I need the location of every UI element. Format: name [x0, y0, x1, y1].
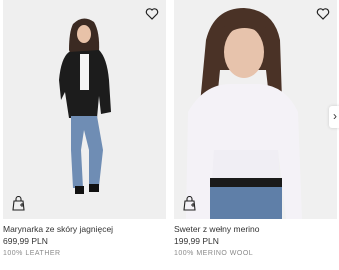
- product-photo[interactable]: [3, 0, 166, 219]
- product-material: 100% LEATHER: [3, 250, 61, 257]
- product-card-leather-jacket[interactable]: Marynarka ze skóry jagnięcej 699,99 PLN …: [3, 0, 166, 257]
- product-photo-jacket-model: [3, 0, 166, 219]
- product-photo[interactable]: [174, 0, 337, 219]
- product-name[interactable]: Sweter z wełny merino: [174, 224, 337, 235]
- shopping-bag-icon[interactable]: [183, 196, 196, 211]
- product-price: 199,99 PLN: [174, 236, 219, 246]
- heart-icon[interactable]: [145, 7, 159, 21]
- next-arrow-glyph: ›: [333, 109, 337, 123]
- heart-icon[interactable]: [316, 7, 330, 21]
- shopping-bag-icon[interactable]: [12, 196, 25, 211]
- product-photo-sweater-model: [174, 0, 337, 219]
- product-name[interactable]: Marynarka ze skóry jagnięcej: [3, 224, 166, 235]
- product-card-merino-sweater[interactable]: Sweter z wełny merino 199,99 PLN 100% ME…: [174, 0, 337, 257]
- chevron-right-icon[interactable]: ›: [329, 106, 339, 128]
- product-price: 699,99 PLN: [3, 236, 48, 246]
- product-material: 100% MERINO WOOL: [174, 250, 254, 257]
